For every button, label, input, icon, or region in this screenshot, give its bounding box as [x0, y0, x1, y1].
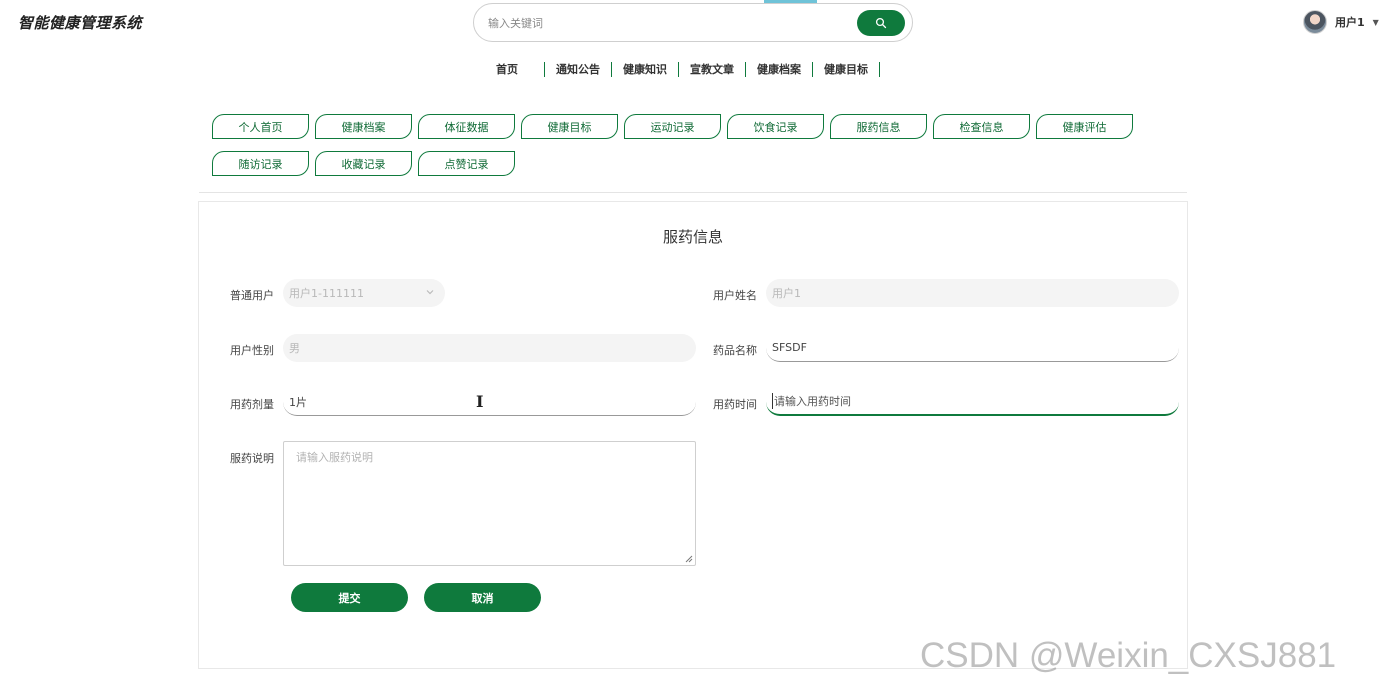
dose-value: 1片 — [289, 395, 307, 409]
user-name: 用户1 — [1335, 16, 1365, 29]
page: 智能健康管理系统 用户1 ▼ 首页 通知公告 健康知识 宣教文章 健康档案 健康… — [0, 0, 1385, 686]
dose-field[interactable]: 1片 — [283, 388, 696, 416]
center-tabs: 个人首页 健康档案 体征数据 健康目标 运动记录 饮食记录 服药信息 检查信息 … — [212, 114, 1152, 176]
tab-diet-records[interactable]: 饮食记录 — [727, 114, 824, 139]
nav-item-articles[interactable]: 宣教文章 — [679, 62, 746, 77]
gender-label: 用户性别 — [230, 344, 274, 357]
search-input[interactable] — [488, 13, 848, 33]
nav-item-health-records[interactable]: 健康档案 — [746, 62, 813, 77]
site-logo[interactable]: 智能健康管理系统 — [18, 12, 142, 33]
main-nav: 首页 通知公告 健康知识 宣教文章 健康档案 健康目标 — [479, 62, 880, 77]
nav-item-notices[interactable]: 通知公告 — [545, 62, 612, 77]
watermark: CSDN @Weixin_CXSJ881 — [920, 636, 1337, 675]
divider — [199, 192, 1187, 193]
gender-field[interactable]: 男 — [283, 334, 696, 362]
name-label: 用户姓名 — [713, 289, 757, 302]
search-bar — [473, 3, 913, 42]
nav-item-health-goals[interactable]: 健康目标 — [813, 62, 880, 77]
time-placeholder: 请输入用药时间 — [772, 393, 851, 409]
tab-checkup-info[interactable]: 检查信息 — [933, 114, 1030, 139]
tab-profile-home[interactable]: 个人首页 — [212, 114, 309, 139]
time-field[interactable]: 请输入用药时间 — [766, 388, 1179, 416]
user-select[interactable]: 用户1-111111 — [283, 279, 445, 307]
submit-button[interactable]: 提交 — [291, 583, 408, 612]
user-menu[interactable]: 用户1 ▼ — [1303, 10, 1379, 34]
tab-followup-records[interactable]: 随访记录 — [212, 151, 309, 176]
user-select-value: 用户1-111111 — [289, 287, 364, 300]
gender-value: 男 — [289, 342, 300, 355]
description-placeholder: 请输入服药说明 — [296, 451, 373, 464]
tab-health-assessment[interactable]: 健康评估 — [1036, 114, 1133, 139]
user-label: 普通用户 — [230, 289, 274, 302]
description-label: 服药说明 — [230, 452, 274, 465]
avatar — [1303, 10, 1327, 34]
time-label: 用药时间 — [713, 398, 757, 411]
medication-form: 服药信息 普通用户 用户1-111111 用户姓名 用户1 用户性别 男 药品名… — [198, 201, 1188, 669]
caret-down-icon: ▼ — [1372, 17, 1379, 27]
search-icon — [875, 17, 887, 29]
nav-item-health-knowledge[interactable]: 健康知识 — [612, 62, 679, 77]
tab-health-records[interactable]: 健康档案 — [315, 114, 412, 139]
form-title: 服药信息 — [662, 228, 723, 246]
tab-favorites[interactable]: 收藏记录 — [315, 151, 412, 176]
nav-item-home[interactable]: 首页 — [479, 62, 545, 77]
tab-medication-info[interactable]: 服药信息 — [830, 114, 927, 139]
tab-likes[interactable]: 点赞记录 — [418, 151, 515, 176]
text-cursor-icon: I — [476, 392, 484, 411]
cancel-button[interactable]: 取消 — [424, 583, 541, 612]
drug-name-field[interactable]: SFSDF — [766, 334, 1179, 362]
chevron-down-icon — [426, 290, 434, 295]
dose-label: 用药剂量 — [230, 398, 274, 411]
description-textarea[interactable]: 请输入服药说明 — [283, 441, 696, 566]
tab-health-goals[interactable]: 健康目标 — [521, 114, 618, 139]
drug-name-label: 药品名称 — [713, 344, 757, 357]
resize-handle-icon[interactable] — [685, 555, 693, 563]
name-field[interactable]: 用户1 — [766, 279, 1179, 307]
tab-vital-signs[interactable]: 体征数据 — [418, 114, 515, 139]
search-button[interactable] — [857, 10, 905, 36]
drug-name-value: SFSDF — [772, 341, 807, 354]
tab-exercise-records[interactable]: 运动记录 — [624, 114, 721, 139]
name-value: 用户1 — [772, 287, 801, 300]
